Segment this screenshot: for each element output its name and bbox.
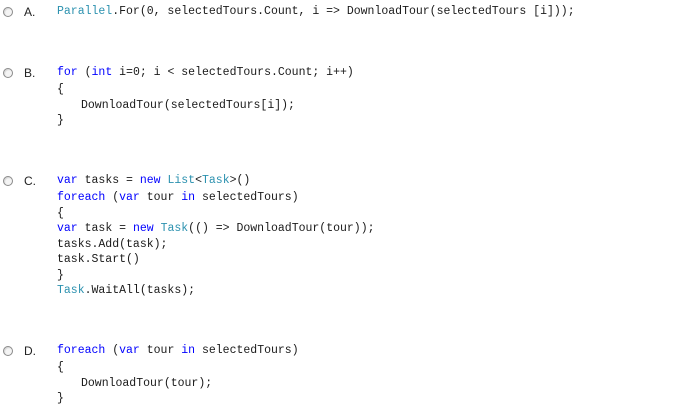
code-line: foreach (var tour in selectedTours) <box>57 342 299 360</box>
code-keyword: for <box>57 66 78 79</box>
code-type-name: Task <box>160 222 189 235</box>
code-line: Parallel.For(0, selectedTours.Count, i =… <box>57 3 575 21</box>
radio-button-c[interactable] <box>3 176 13 186</box>
code-text: { <box>57 83 64 96</box>
code-text: < <box>195 174 202 187</box>
code-line: { <box>57 82 354 98</box>
code-text: .WaitAll(tasks); <box>84 284 196 297</box>
radio-button-b[interactable] <box>3 68 13 78</box>
code-text: task.Start() <box>57 253 140 266</box>
code-text: ( <box>77 66 92 79</box>
code-type-name: Task <box>201 174 230 187</box>
code-line: { <box>57 360 299 376</box>
code-block-d: foreach (var tour in selectedTours){Down… <box>57 342 299 407</box>
code-keyword: var <box>119 191 140 204</box>
code-keyword: foreach <box>57 191 106 204</box>
code-line: tasks.Add(task); <box>57 237 375 253</box>
code-keyword: new <box>132 222 154 235</box>
code-text: { <box>57 206 64 220</box>
code-line: } <box>57 113 354 129</box>
code-text: ( <box>105 191 120 204</box>
code-text: { <box>57 361 64 374</box>
code-type-name: List <box>167 174 196 187</box>
code-keyword: foreach <box>57 344 106 357</box>
code-text: .For(0, selectedTours.Count, i => Downlo… <box>112 5 575 18</box>
code-text: } <box>57 268 64 282</box>
code-text: } <box>57 392 64 405</box>
code-text: tasks.Add(task); <box>57 237 168 251</box>
code-line: DownloadTour(tour); <box>57 376 299 392</box>
code-type-name: Task <box>57 284 85 297</box>
option-label-b[interactable]: B. <box>24 64 35 82</box>
code-line: { <box>57 206 375 222</box>
code-keyword: in <box>181 191 196 204</box>
code-text: i=0; i < selectedTours.Count; i++) <box>112 66 354 79</box>
code-block-c: var tasks = new List<Task>() foreach (var… <box>57 172 375 299</box>
code-line: } <box>57 268 375 284</box>
code-keyword: var <box>119 344 140 357</box>
code-line: Task.WaitAll(tasks); <box>57 283 375 299</box>
code-keyword: int <box>91 66 113 79</box>
code-block-a: Parallel.For(0, selectedTours.Count, i =… <box>57 3 575 21</box>
radio-button-a[interactable] <box>3 7 13 17</box>
code-line: foreach (var tour in selectedTours) <box>57 190 375 206</box>
code-text: task = <box>77 222 133 235</box>
code-keyword: in <box>181 344 196 357</box>
code-text: ( <box>105 344 120 357</box>
radio-wrapper-a[interactable] <box>3 3 13 21</box>
radio-wrapper-c[interactable] <box>3 172 13 190</box>
code-text: DownloadTour(selectedTours[i]); <box>81 98 295 112</box>
radio-wrapper-d[interactable] <box>3 342 13 360</box>
code-text: >() <box>229 174 251 187</box>
code-line: for (int i=0; i < selectedTours.Count; i… <box>57 64 354 82</box>
code-text: (() => DownloadTour(tour)); <box>188 222 375 235</box>
code-line: task.Start() <box>57 252 375 268</box>
code-text: tour <box>139 191 182 204</box>
code-text: tasks = <box>77 174 140 187</box>
code-text: selectedTours) <box>195 191 299 204</box>
code-text: } <box>57 114 64 127</box>
code-keyword: new <box>139 174 161 187</box>
code-line: var task = new Task(() => DownloadTour(t… <box>57 221 375 237</box>
code-text: selectedTours) <box>195 344 299 357</box>
radio-wrapper-b[interactable] <box>3 64 13 82</box>
code-text: tour <box>139 344 182 357</box>
radio-button-d[interactable] <box>3 346 13 356</box>
option-label-a[interactable]: A. <box>24 3 35 21</box>
code-block-b: for (int i=0; i < selectedTours.Count; i… <box>57 64 354 129</box>
code-keyword: var <box>57 174 78 187</box>
code-type-name: Parallel <box>57 5 113 18</box>
option-label-d[interactable]: D. <box>24 342 36 360</box>
code-text: DownloadTour(tour); <box>81 376 213 390</box>
code-keyword: var <box>57 222 78 235</box>
code-line: var tasks = new List<Task>() <box>57 172 375 190</box>
option-label-c[interactable]: C. <box>24 172 36 190</box>
code-line: DownloadTour(selectedTours[i]); <box>57 98 354 114</box>
code-line: } <box>57 391 299 407</box>
